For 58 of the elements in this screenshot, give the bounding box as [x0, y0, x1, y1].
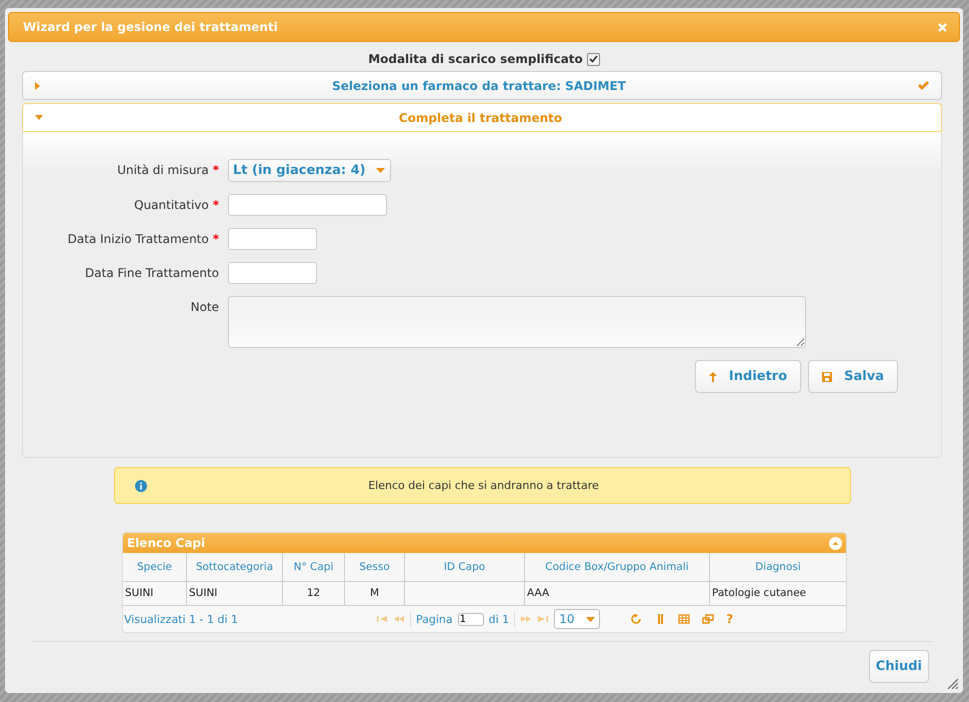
date-field[interactable]: [228, 262, 317, 284]
field-label: Data Inizio Trattamento: [68, 232, 209, 246]
page-size-select[interactable]: 10: [554, 609, 600, 629]
close-icon[interactable]: [938, 22, 947, 32]
required-mark: *: [212, 198, 219, 212]
table-cell: 12: [283, 582, 345, 606]
dialog-title: Wizard per la gesione dei trattamenti: [23, 20, 278, 34]
grid-title: Elenco Capi: [127, 536, 206, 550]
collapse-icon[interactable]: [829, 536, 842, 550]
mode-label: Modalita di scarico semplificato: [368, 52, 583, 66]
required-mark: *: [212, 163, 219, 177]
caret-right-icon: [35, 82, 40, 90]
table-cell: SUINI: [187, 582, 283, 606]
save-icon: [822, 372, 832, 382]
last-page-icon[interactable]: [537, 614, 550, 624]
notes-field[interactable]: [228, 296, 806, 348]
column-header[interactable]: Specie: [123, 553, 187, 582]
accordion-header[interactable]: Completa il trattamento: [22, 103, 942, 132]
records-summary: Visualizzati 1 - 1 di 1: [124, 612, 240, 626]
caret-down-icon: [376, 168, 385, 173]
accordion-header[interactable]: Seleziona un farmaco da trattare: SADIMET: [22, 71, 942, 100]
page-count: di 1: [488, 612, 510, 626]
page-label: Pagina: [416, 612, 453, 626]
field-label: Unità di misura: [117, 163, 209, 177]
back-button[interactable]: Indietro: [694, 360, 802, 393]
table-icon[interactable]: [678, 614, 690, 624]
table-cell: AAA: [525, 582, 710, 606]
required-mark: *: [212, 232, 219, 246]
table-cell: M: [345, 582, 405, 606]
refresh-icon[interactable]: [630, 614, 642, 624]
unit-select[interactable]: Lt (in giacenza: 4): [228, 159, 391, 182]
field-label: Note: [190, 300, 219, 314]
first-page-icon[interactable]: [376, 614, 388, 624]
close-button[interactable]: Chiudi: [868, 650, 929, 683]
mode-checkbox[interactable]: [586, 52, 600, 66]
table-cell: Patologie cutanee: [710, 582, 846, 606]
info-text: Elenco dei capi che si andranno a trattare: [367, 479, 600, 492]
date-field[interactable]: [228, 228, 317, 250]
next-page-icon[interactable]: [520, 614, 532, 624]
previous-page-icon[interactable]: [393, 614, 405, 624]
column-header[interactable]: N° Capi: [283, 553, 345, 582]
caret-down-icon: [35, 115, 43, 120]
help-link[interactable]: ?: [726, 612, 734, 626]
info-icon: [135, 480, 147, 492]
column-header[interactable]: Codice Box/Gruppo Animali: [525, 553, 710, 582]
quantity-field[interactable]: [228, 194, 387, 216]
column-header[interactable]: ID Capo: [405, 553, 525, 582]
page-input[interactable]: 1: [458, 612, 484, 626]
save-button[interactable]: Salva: [808, 360, 898, 393]
field-label: Quantitativo: [134, 198, 209, 212]
column-header[interactable]: Sottocategoria: [187, 553, 283, 582]
up-arrow-icon: [708, 372, 717, 382]
table-cell: SUINI: [123, 582, 187, 606]
column-header[interactable]: Sesso: [345, 553, 405, 582]
field-label: Data Fine Trattamento: [85, 266, 219, 280]
windows-icon[interactable]: [702, 614, 714, 624]
resize-grip-icon[interactable]: [947, 678, 958, 689]
caret-down-icon: [586, 616, 596, 622]
